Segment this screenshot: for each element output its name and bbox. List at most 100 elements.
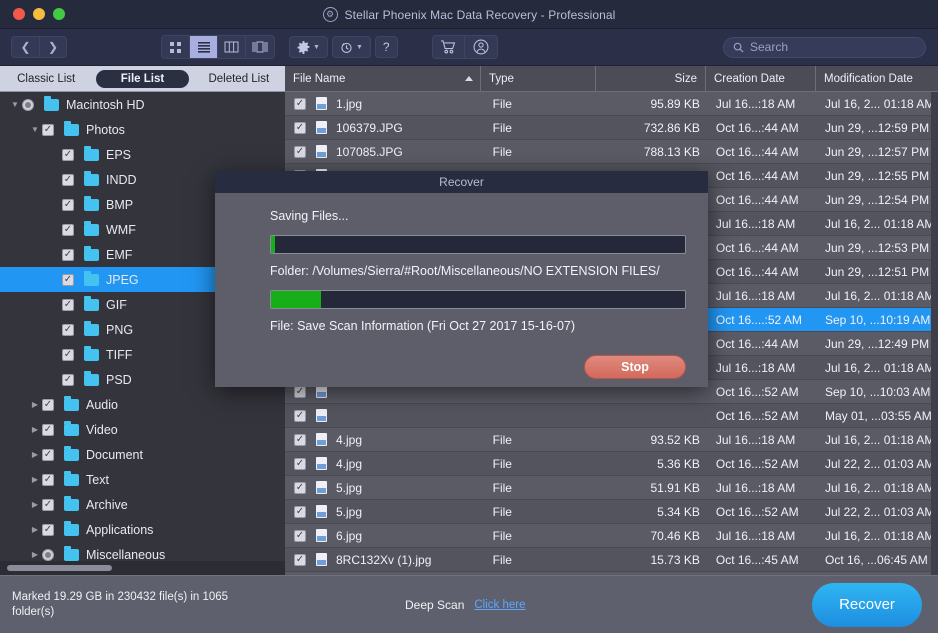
tree-checkbox[interactable]: ✓ <box>42 423 54 436</box>
file-row-checkbox[interactable]: ✓ <box>294 97 306 110</box>
tree-checkbox[interactable]: ✓ <box>62 198 74 211</box>
tree-checkbox[interactable] <box>42 548 54 561</box>
file-row-checkbox[interactable]: ✓ <box>294 433 306 446</box>
purchase-group <box>431 35 498 59</box>
tree-item-text[interactable]: ▶ ✓ Text <box>0 467 285 492</box>
zoom-button[interactable] <box>53 8 65 20</box>
sidebar-scroll-thumb[interactable] <box>7 565 112 571</box>
tab-file-list[interactable]: File List <box>96 69 189 88</box>
file-row-checkbox[interactable]: ✓ <box>294 529 306 542</box>
file-row[interactable]: ✓ 107085.JPG File 788.13 KB Oct 16...:44 AM J… <box>285 140 938 164</box>
tree-checkbox[interactable]: ✓ <box>42 473 54 486</box>
column-header-cdate[interactable]: Creation Date <box>706 66 816 91</box>
file-row-checkbox[interactable]: ✓ <box>294 409 306 422</box>
file-row[interactable]: ✓ 4.jpg File 5.36 KB Oct 16...:52 AM Jul 22, … <box>285 452 938 476</box>
help-button[interactable]: ? <box>374 36 398 58</box>
tree-checkbox[interactable]: ✓ <box>62 248 74 261</box>
close-button[interactable] <box>13 8 25 20</box>
tree-item-document[interactable]: ▶ ✓ Document <box>0 442 285 467</box>
file-row[interactable]: ✓ 5.jpg File 51.91 KB Jul 16...:18 AM Jul 16,… <box>285 476 938 500</box>
file-icon <box>316 553 327 566</box>
tree-checkbox[interactable]: ✓ <box>62 223 74 236</box>
file-row[interactable]: ✓ 8RC132Xv (1).jpg File 15.73 KB Oct 16...:4… <box>285 548 938 572</box>
dialog-folder-path: Folder: /Volumes/Sierra/#Root/Miscellane… <box>270 264 660 278</box>
tab-classic-list[interactable]: Classic List <box>0 70 92 88</box>
file-row[interactable]: ✓ 1.jpg File 95.89 KB Jul 16...:18 AM Jul 16,… <box>285 92 938 116</box>
stop-button[interactable]: Stop <box>584 355 686 379</box>
user-account-icon[interactable] <box>464 36 497 58</box>
tree-checkbox[interactable]: ✓ <box>62 148 74 161</box>
column-header-type[interactable]: Type <box>481 66 596 91</box>
file-row-checkbox[interactable]: ✓ <box>294 553 306 566</box>
file-list-scrollbar[interactable] <box>931 92 938 575</box>
disclosure-closed-icon[interactable]: ▶ <box>28 400 42 409</box>
gear-icon[interactable]: ▼ <box>289 36 328 58</box>
file-mdate-cell: Jul 22, 2... 01:03 AM <box>825 504 935 519</box>
tree-checkbox[interactable]: ✓ <box>42 523 54 536</box>
tree-item-archive[interactable]: ▶ ✓ Archive <box>0 492 285 517</box>
tree-checkbox[interactable]: ✓ <box>42 448 54 461</box>
file-cdate-cell: Oct 16...:52 AM <box>715 408 799 423</box>
disclosure-open-icon[interactable]: ▼ <box>28 125 42 134</box>
shopping-cart-icon[interactable] <box>432 36 465 58</box>
tree-checkbox[interactable]: ✓ <box>62 273 74 286</box>
search-input[interactable]: Search <box>750 40 788 54</box>
file-row[interactable]: ✓ 4.jpg File 93.52 KB Jul 16...:18 AM Jul 16,… <box>285 428 938 452</box>
file-size-cell: 5.36 KB <box>657 456 700 471</box>
folder-icon <box>64 520 79 536</box>
chevron-right-icon[interactable]: ❯ <box>39 36 67 58</box>
sidebar-horizontal-scrollbar[interactable] <box>0 561 285 575</box>
tree-checkbox[interactable]: ✓ <box>42 498 54 511</box>
tree-checkbox[interactable]: ✓ <box>42 398 54 411</box>
disclosure-closed-icon[interactable]: ▶ <box>28 450 42 459</box>
tree-checkbox[interactable]: ✓ <box>62 373 74 386</box>
column-header-name[interactable]: File Name <box>285 66 481 91</box>
tree-checkbox[interactable]: ✓ <box>62 173 74 186</box>
file-row-checkbox[interactable]: ✓ <box>294 385 306 398</box>
tree-item-video[interactable]: ▶ ✓ Video <box>0 417 285 442</box>
tab-deleted-list[interactable]: Deleted List <box>193 70 285 88</box>
tree-checkbox[interactable]: ✓ <box>62 348 74 361</box>
tree-checkbox[interactable]: ✓ <box>42 123 54 136</box>
gallery-icon[interactable] <box>246 36 274 58</box>
search-field[interactable]: Search <box>723 36 926 58</box>
disclosure-closed-icon[interactable]: ▶ <box>28 425 42 434</box>
file-type-cell: File <box>492 552 512 567</box>
file-row[interactable]: ✓ 6.jpg File 70.46 KB Jul 16...:18 AM Jul 16,… <box>285 524 938 548</box>
grid-icon[interactable] <box>162 36 190 58</box>
tree-checkbox[interactable]: ✓ <box>62 323 74 336</box>
chevron-left-icon[interactable]: ❮ <box>11 36 39 58</box>
file-row-checkbox[interactable]: ✓ <box>294 505 306 518</box>
tree-item-photos[interactable]: ▼ ✓ Photos <box>0 117 285 142</box>
recover-button[interactable]: Recover <box>812 582 922 627</box>
file-row-checkbox[interactable]: ✓ <box>294 481 306 494</box>
columns-icon[interactable] <box>218 36 246 58</box>
file-row[interactable]: ✓ 5.jpg File 5.34 KB Oct 16...:52 AM Jul 22, … <box>285 500 938 524</box>
disclosure-closed-icon[interactable]: ▶ <box>28 550 42 559</box>
tree-item-macintosh-hd[interactable]: ▼ Macintosh HD <box>0 92 285 117</box>
file-row[interactable]: ✓ 106379.JPG File 732.86 KB Oct 16...:44 AM J… <box>285 116 938 140</box>
file-row[interactable]: ✓ Oct 16...:52 AM May 01, ...03:55 AM <box>285 404 938 428</box>
disclosure-open-icon[interactable]: ▼ <box>8 100 22 109</box>
disclosure-closed-icon[interactable]: ▶ <box>28 525 42 534</box>
list-icon[interactable] <box>190 36 218 58</box>
disclosure-closed-icon[interactable]: ▶ <box>28 475 42 484</box>
file-cdate-cell: Oct 16....:52 AM <box>715 312 802 327</box>
tree-checkbox[interactable]: ✓ <box>62 298 74 311</box>
column-header-mdate[interactable]: Modification Date <box>816 66 938 91</box>
minimize-button[interactable] <box>33 8 45 20</box>
column-header-size[interactable]: Size <box>596 66 706 91</box>
file-row-checkbox[interactable]: ✓ <box>294 145 306 158</box>
file-row-checkbox[interactable]: ✓ <box>294 121 306 134</box>
deep-scan-link[interactable]: Click here <box>474 599 525 611</box>
stellar-logo-icon: ⚙ <box>322 7 338 22</box>
marked-summary: Marked 19.29 GB in 230432 file(s) in 106… <box>12 590 229 618</box>
tree-item-audio[interactable]: ▶ ✓ Audio <box>0 392 285 417</box>
clock-rewind-icon[interactable]: ▼ <box>331 36 371 58</box>
tree-checkbox[interactable] <box>22 98 34 111</box>
tree-item-applications[interactable]: ▶ ✓ Applications <box>0 517 285 542</box>
tree-item-eps[interactable]: ✓ EPS <box>0 142 285 167</box>
file-row-checkbox[interactable]: ✓ <box>294 457 306 470</box>
disclosure-closed-icon[interactable]: ▶ <box>28 500 42 509</box>
title-bar: ⚙ Stellar Phoenix Mac Data Recovery - Pr… <box>0 0 938 29</box>
